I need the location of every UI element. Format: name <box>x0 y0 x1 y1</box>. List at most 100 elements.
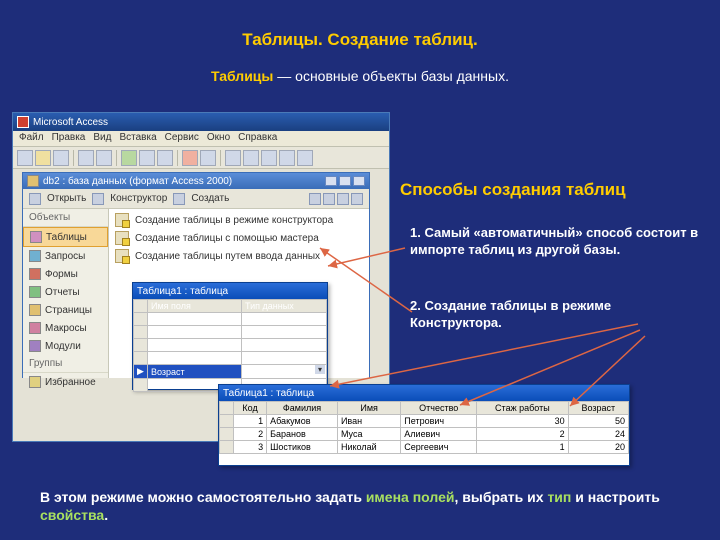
row-selector[interactable] <box>220 428 234 441</box>
tool-open-icon[interactable] <box>35 150 51 166</box>
sidebar-item-tables[interactable]: Таблицы <box>23 227 108 247</box>
cell[interactable]: Николай <box>337 441 400 454</box>
maximize-icon[interactable] <box>339 176 351 186</box>
sidebar-item-queries[interactable]: Запросы <box>23 247 108 265</box>
type-cell-combo[interactable]: Числовой <box>242 365 327 379</box>
create-table-wizard[interactable]: Создание таблицы с помощью мастера <box>109 229 369 247</box>
cell[interactable]: 50 <box>568 415 628 428</box>
cell[interactable]: 24 <box>568 428 628 441</box>
row-selector[interactable] <box>134 313 148 326</box>
cell[interactable]: Муса <box>337 428 400 441</box>
cell[interactable]: Алиевич <box>401 428 477 441</box>
type-cell[interactable]: Числовой <box>242 352 327 365</box>
view-list-icon[interactable] <box>337 193 349 205</box>
type-cell[interactable]: Текстовый <box>242 313 327 326</box>
tool-save-icon[interactable] <box>53 150 69 166</box>
db-tool-design[interactable]: Конструктор <box>110 193 167 204</box>
field-cell[interactable]: Фамилия <box>148 313 242 326</box>
close-icon[interactable] <box>353 176 365 186</box>
wizard-icon <box>115 231 129 245</box>
cell[interactable]: 3 <box>234 441 267 454</box>
field-cell[interactable]: Имя <box>148 326 242 339</box>
cell[interactable]: Петрович <box>401 415 477 428</box>
tool-analyze-icon[interactable] <box>243 150 259 166</box>
tool-undo-icon[interactable] <box>182 150 198 166</box>
tool-new-icon[interactable] <box>17 150 33 166</box>
view-large-icon[interactable] <box>309 193 321 205</box>
view-details-icon[interactable] <box>351 193 363 205</box>
cell[interactable]: 30 <box>477 415 568 428</box>
tool-preview-icon[interactable] <box>96 150 112 166</box>
cell[interactable]: Шостиков <box>267 441 338 454</box>
row-selector[interactable] <box>134 379 148 392</box>
create-table-designer[interactable]: Создание таблицы в режиме конструктора <box>109 211 369 229</box>
menu-window[interactable]: Окно <box>207 132 230 145</box>
cell[interactable]: Абакумов <box>267 415 338 428</box>
col-patronymic[interactable]: Отчество <box>401 402 477 415</box>
tool-print-icon[interactable] <box>78 150 94 166</box>
sidebar-item-reports[interactable]: Отчеты <box>23 283 108 301</box>
type-cell[interactable]: Текстовый <box>242 339 327 352</box>
design-icon[interactable] <box>92 193 104 205</box>
menu-view[interactable]: Вид <box>93 132 111 145</box>
cell[interactable]: 1 <box>234 415 267 428</box>
sidebar-item-modules[interactable]: Модули <box>23 337 108 355</box>
row-selector[interactable] <box>134 339 148 352</box>
menu-tools[interactable]: Сервис <box>165 132 199 145</box>
row-selector-active[interactable]: ▶ <box>134 365 148 379</box>
tool-paste-icon[interactable] <box>157 150 173 166</box>
col-age[interactable]: Возраст <box>568 402 628 415</box>
tool-relationships-icon[interactable] <box>225 150 241 166</box>
create-table-entry[interactable]: Создание таблицы путем ввода данных <box>109 247 369 265</box>
row-selector[interactable] <box>134 352 148 365</box>
field-cell[interactable]: Стаж работы <box>148 352 242 365</box>
tool-copy-icon[interactable] <box>139 150 155 166</box>
tool-redo-icon[interactable] <box>200 150 216 166</box>
tool-properties-icon[interactable] <box>279 150 295 166</box>
open-icon[interactable] <box>29 193 41 205</box>
cell[interactable]: 1 <box>477 441 568 454</box>
col-fieldname[interactable]: Имя поля <box>148 300 242 313</box>
db-titlebar[interactable]: db2 : база данных (формат Access 2000) <box>23 173 369 189</box>
cell[interactable]: 2 <box>477 428 568 441</box>
datasheet-grid[interactable]: Код Фамилия Имя Отчество Стаж работы Воз… <box>219 401 629 454</box>
cell[interactable]: 20 <box>568 441 628 454</box>
design-grid[interactable]: Имя поляТип данных ФамилияТекстовый ИмяТ… <box>133 299 327 392</box>
type-cell[interactable]: Текстовый <box>242 326 327 339</box>
tool-help-icon[interactable] <box>297 150 313 166</box>
tool-cut-icon[interactable] <box>121 150 137 166</box>
sidebar-item-macros[interactable]: Макросы <box>23 319 108 337</box>
field-cell[interactable]: Отчество <box>148 339 242 352</box>
new-icon[interactable] <box>173 193 185 205</box>
menu-file[interactable]: Файл <box>19 132 44 145</box>
minimize-icon[interactable] <box>325 176 337 186</box>
row-selector[interactable] <box>220 441 234 454</box>
sidebar-item-pages[interactable]: Страницы <box>23 301 108 319</box>
menu-edit[interactable]: Правка <box>52 132 86 145</box>
menu-insert[interactable]: Вставка <box>119 132 156 145</box>
cell[interactable]: Баранов <box>267 428 338 441</box>
row-selector[interactable] <box>220 415 234 428</box>
sidebar-item-favorites[interactable]: Избранное <box>23 373 108 391</box>
db-tool-new[interactable]: Создать <box>191 193 229 204</box>
col-experience[interactable]: Стаж работы <box>477 402 568 415</box>
tool-code-icon[interactable] <box>261 150 277 166</box>
field-cell-selected[interactable]: Возраст <box>148 365 242 379</box>
menu-help[interactable]: Справка <box>238 132 277 145</box>
sidebar-label: Макросы <box>45 323 87 334</box>
row-selector[interactable] <box>134 326 148 339</box>
col-datatype[interactable]: Тип данных <box>242 300 327 313</box>
datasheet-titlebar[interactable]: Таблица1 : таблица <box>219 385 629 401</box>
app-menubar[interactable]: Файл Правка Вид Вставка Сервис Окно Спра… <box>13 131 389 147</box>
cell[interactable]: 2 <box>234 428 267 441</box>
table-design-titlebar[interactable]: Таблица1 : таблица <box>133 283 327 299</box>
app-titlebar[interactable]: Microsoft Access <box>13 113 389 131</box>
cell[interactable]: Сергеевич <box>401 441 477 454</box>
db-tool-open[interactable]: Открыть <box>47 193 86 204</box>
view-small-icon[interactable] <box>323 193 335 205</box>
col-lastname[interactable]: Фамилия <box>267 402 338 415</box>
sidebar-item-forms[interactable]: Формы <box>23 265 108 283</box>
col-firstname[interactable]: Имя <box>337 402 400 415</box>
cell[interactable]: Иван <box>337 415 400 428</box>
col-id[interactable]: Код <box>234 402 267 415</box>
